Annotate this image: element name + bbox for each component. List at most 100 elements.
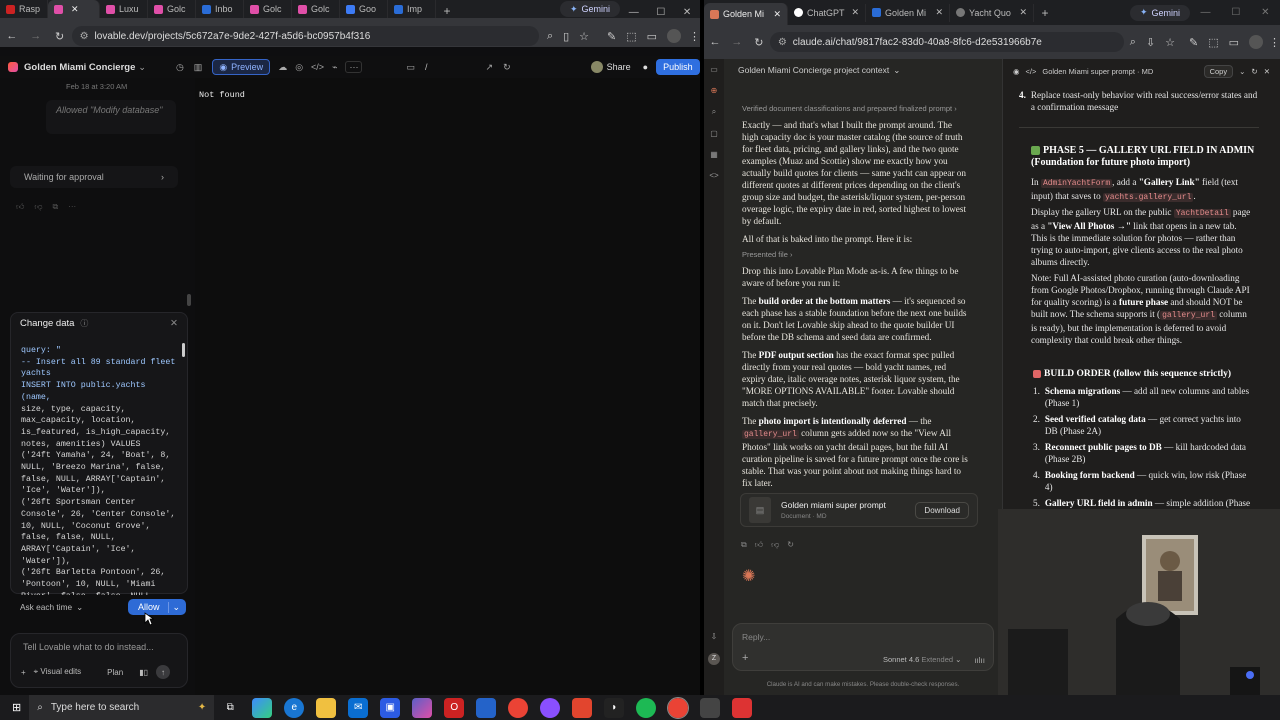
browser-tab[interactable]: Golc — [244, 0, 292, 18]
zoom-icon[interactable]: ⌕ — [1130, 36, 1136, 49]
route-path[interactable]: / — [425, 62, 428, 72]
reload-icon[interactable]: ↻ — [748, 36, 770, 49]
maximize-icon[interactable]: ☐ — [656, 7, 665, 18]
pen-icon[interactable]: ✎ — [607, 30, 616, 43]
new-tab-icon[interactable]: + — [1034, 6, 1056, 20]
extensions-icon[interactable]: ⬚ — [626, 30, 636, 43]
close-tab-icon[interactable]: ✕ — [1019, 7, 1027, 18]
back-icon[interactable]: ← — [704, 36, 726, 48]
menu-icon[interactable]: ⋮ — [1269, 36, 1280, 49]
app-icon[interactable] — [412, 697, 433, 718]
copy-icon[interactable]: ⧉ — [741, 540, 747, 550]
chevron-down-icon[interactable]: ⌄ — [167, 601, 180, 613]
app-icon[interactable] — [476, 697, 497, 718]
chevron-down-icon[interactable]: ⌄ — [1239, 67, 1245, 76]
reply-input[interactable]: Reply... — [733, 624, 993, 650]
sidebar-icon[interactable]: ▭ — [1229, 36, 1239, 49]
github-icon[interactable]: ● — [643, 62, 648, 72]
code-scrollbar[interactable] — [182, 343, 185, 357]
project-name[interactable]: Golden Miami Concierge — [24, 62, 135, 73]
browser-tab[interactable]: Golc — [292, 0, 340, 18]
thumbs-up-icon[interactable]: 👍︎ — [16, 202, 24, 212]
waiting-approval-row[interactable]: Waiting for approval › — [10, 166, 178, 188]
add-icon[interactable]: + — [742, 652, 748, 664]
url-field[interactable]: ⚙ claude.ai/chat/9817fac2-83d0-40a8-8fc6… — [769, 32, 1124, 52]
ask-each-time-dropdown[interactable]: Ask each time ⌄ — [20, 602, 83, 612]
collapse-icon[interactable]: ✕ — [170, 318, 178, 329]
panel-toggle-icon[interactable]: ▥ — [194, 62, 203, 73]
scrollbar[interactable] — [187, 294, 191, 306]
device-icon[interactable]: ▭ — [406, 62, 415, 73]
browser-tab[interactable]: Imp — [388, 0, 436, 18]
browser-tab[interactable]: ChatGPT ✕ — [788, 3, 866, 22]
project-context-breadcrumb[interactable]: Golden Miami Concierge project context ⌄ — [738, 65, 900, 76]
search-icon[interactable]: ⌕ — [712, 107, 716, 117]
sidebar-icon[interactable]: ▭ — [647, 30, 657, 43]
share-button[interactable]: Share — [607, 62, 631, 72]
forward-icon[interactable]: → — [24, 30, 48, 42]
browser-tab[interactable]: Golc — [148, 0, 196, 18]
task-view-icon[interactable]: ⧉ — [220, 698, 240, 718]
app-icon[interactable] — [540, 697, 561, 718]
publish-button[interactable]: Publish — [656, 59, 700, 75]
chrome-icon[interactable] — [508, 697, 529, 718]
maximize-icon[interactable]: ☐ — [1231, 7, 1240, 18]
presented-file-label[interactable]: Presented file › — [742, 250, 792, 259]
chevron-down-icon[interactable]: ⌄ — [138, 62, 146, 73]
browser-tab[interactable]: Golden Mi ✕ — [866, 3, 950, 22]
user-avatar[interactable]: Z — [708, 653, 720, 665]
app-icon[interactable] — [700, 697, 721, 718]
plan-button[interactable]: Plan — [107, 668, 123, 677]
close-tab-icon[interactable]: ✕ — [71, 4, 79, 15]
url-field[interactable]: ⚙ lovable.dev/projects/5c672a7e-9de2-427… — [71, 26, 539, 46]
windows-start-icon[interactable]: ⊞ — [12, 701, 21, 714]
model-selector[interactable]: Sonnet 4.6 Extended ⌄ — [883, 655, 961, 664]
site-info-icon[interactable]: ⚙ — [80, 31, 89, 42]
extensions-icon[interactable]: ⬚ — [1208, 36, 1218, 49]
thumbs-down-icon[interactable]: 👎︎ — [771, 540, 779, 550]
mail-icon[interactable]: ✉ — [348, 697, 369, 718]
browser-tab-active[interactable]: ✕ — [48, 0, 100, 18]
close-icon[interactable]: ✕ — [1264, 67, 1270, 76]
preview-tab[interactable]: ◉ Preview — [212, 59, 271, 75]
close-window-icon[interactable]: ✕ — [1261, 7, 1269, 18]
thumbs-down-icon[interactable]: 👎︎ — [34, 202, 42, 212]
edge-icon[interactable]: e — [284, 697, 305, 718]
site-info-icon[interactable]: ⚙ — [778, 37, 787, 48]
history-icon[interactable]: ◷ — [176, 62, 184, 73]
palette-icon[interactable]: ◎ — [295, 62, 303, 73]
projects-icon[interactable]: ▦ — [710, 150, 718, 159]
close-tab-icon[interactable]: ✕ — [773, 9, 781, 20]
voice-icon[interactable]: ıılıı — [974, 656, 985, 665]
close-tab-icon[interactable]: ✕ — [935, 7, 943, 18]
cloud-icon[interactable]: ☁ — [278, 62, 287, 73]
app-icon[interactable] — [732, 697, 753, 718]
close-tab-icon[interactable]: ✕ — [851, 7, 859, 18]
lovable-prompt-input[interactable]: Tell Lovable what to do instead... — [11, 634, 187, 660]
profile-avatar[interactable] — [667, 29, 681, 43]
app-icon[interactable] — [572, 697, 593, 718]
sidebar-toggle-icon[interactable]: ▭ — [710, 65, 718, 74]
eye-icon[interactable]: ◉ — [1013, 67, 1020, 76]
menu-icon[interactable]: ⋮ — [689, 30, 700, 43]
gemini-button[interactable]: ✦ Gemini — [1129, 4, 1190, 21]
refresh-preview-icon[interactable]: ↻ — [503, 62, 511, 73]
store-icon[interactable]: ▣ — [380, 697, 401, 718]
app-icon[interactable]: ◗ — [604, 697, 625, 718]
add-icon[interactable]: + — [21, 668, 26, 677]
minimize-icon[interactable]: — — [629, 7, 639, 18]
allow-button[interactable]: Allow ⌄ — [128, 599, 187, 615]
bookmark-icon[interactable]: ☆ — [1165, 36, 1175, 49]
thinking-step[interactable]: Verified document classifications and pr… — [742, 104, 957, 113]
more-icon[interactable]: ··· — [345, 61, 363, 73]
bookmark-icon[interactable]: ☆ — [579, 30, 589, 43]
send-icon[interactable]: ↑ — [156, 665, 170, 679]
lovable-input-box[interactable]: Tell Lovable what to do instead... + ⌖ V… — [10, 633, 188, 688]
copy-icon[interactable]: ⧉ — [53, 202, 59, 212]
browser-tab[interactable]: Goo — [340, 0, 388, 18]
gemini-button[interactable]: ✦ Gemini — [559, 1, 620, 17]
taskbar-search-input[interactable]: Type here to search — [51, 702, 139, 713]
browser-tab[interactable]: Rasp — [0, 0, 48, 18]
browser-tab-active[interactable]: Golden Mi ✕ — [704, 3, 788, 25]
zoom-icon[interactable]: ⌕ — [547, 30, 553, 43]
